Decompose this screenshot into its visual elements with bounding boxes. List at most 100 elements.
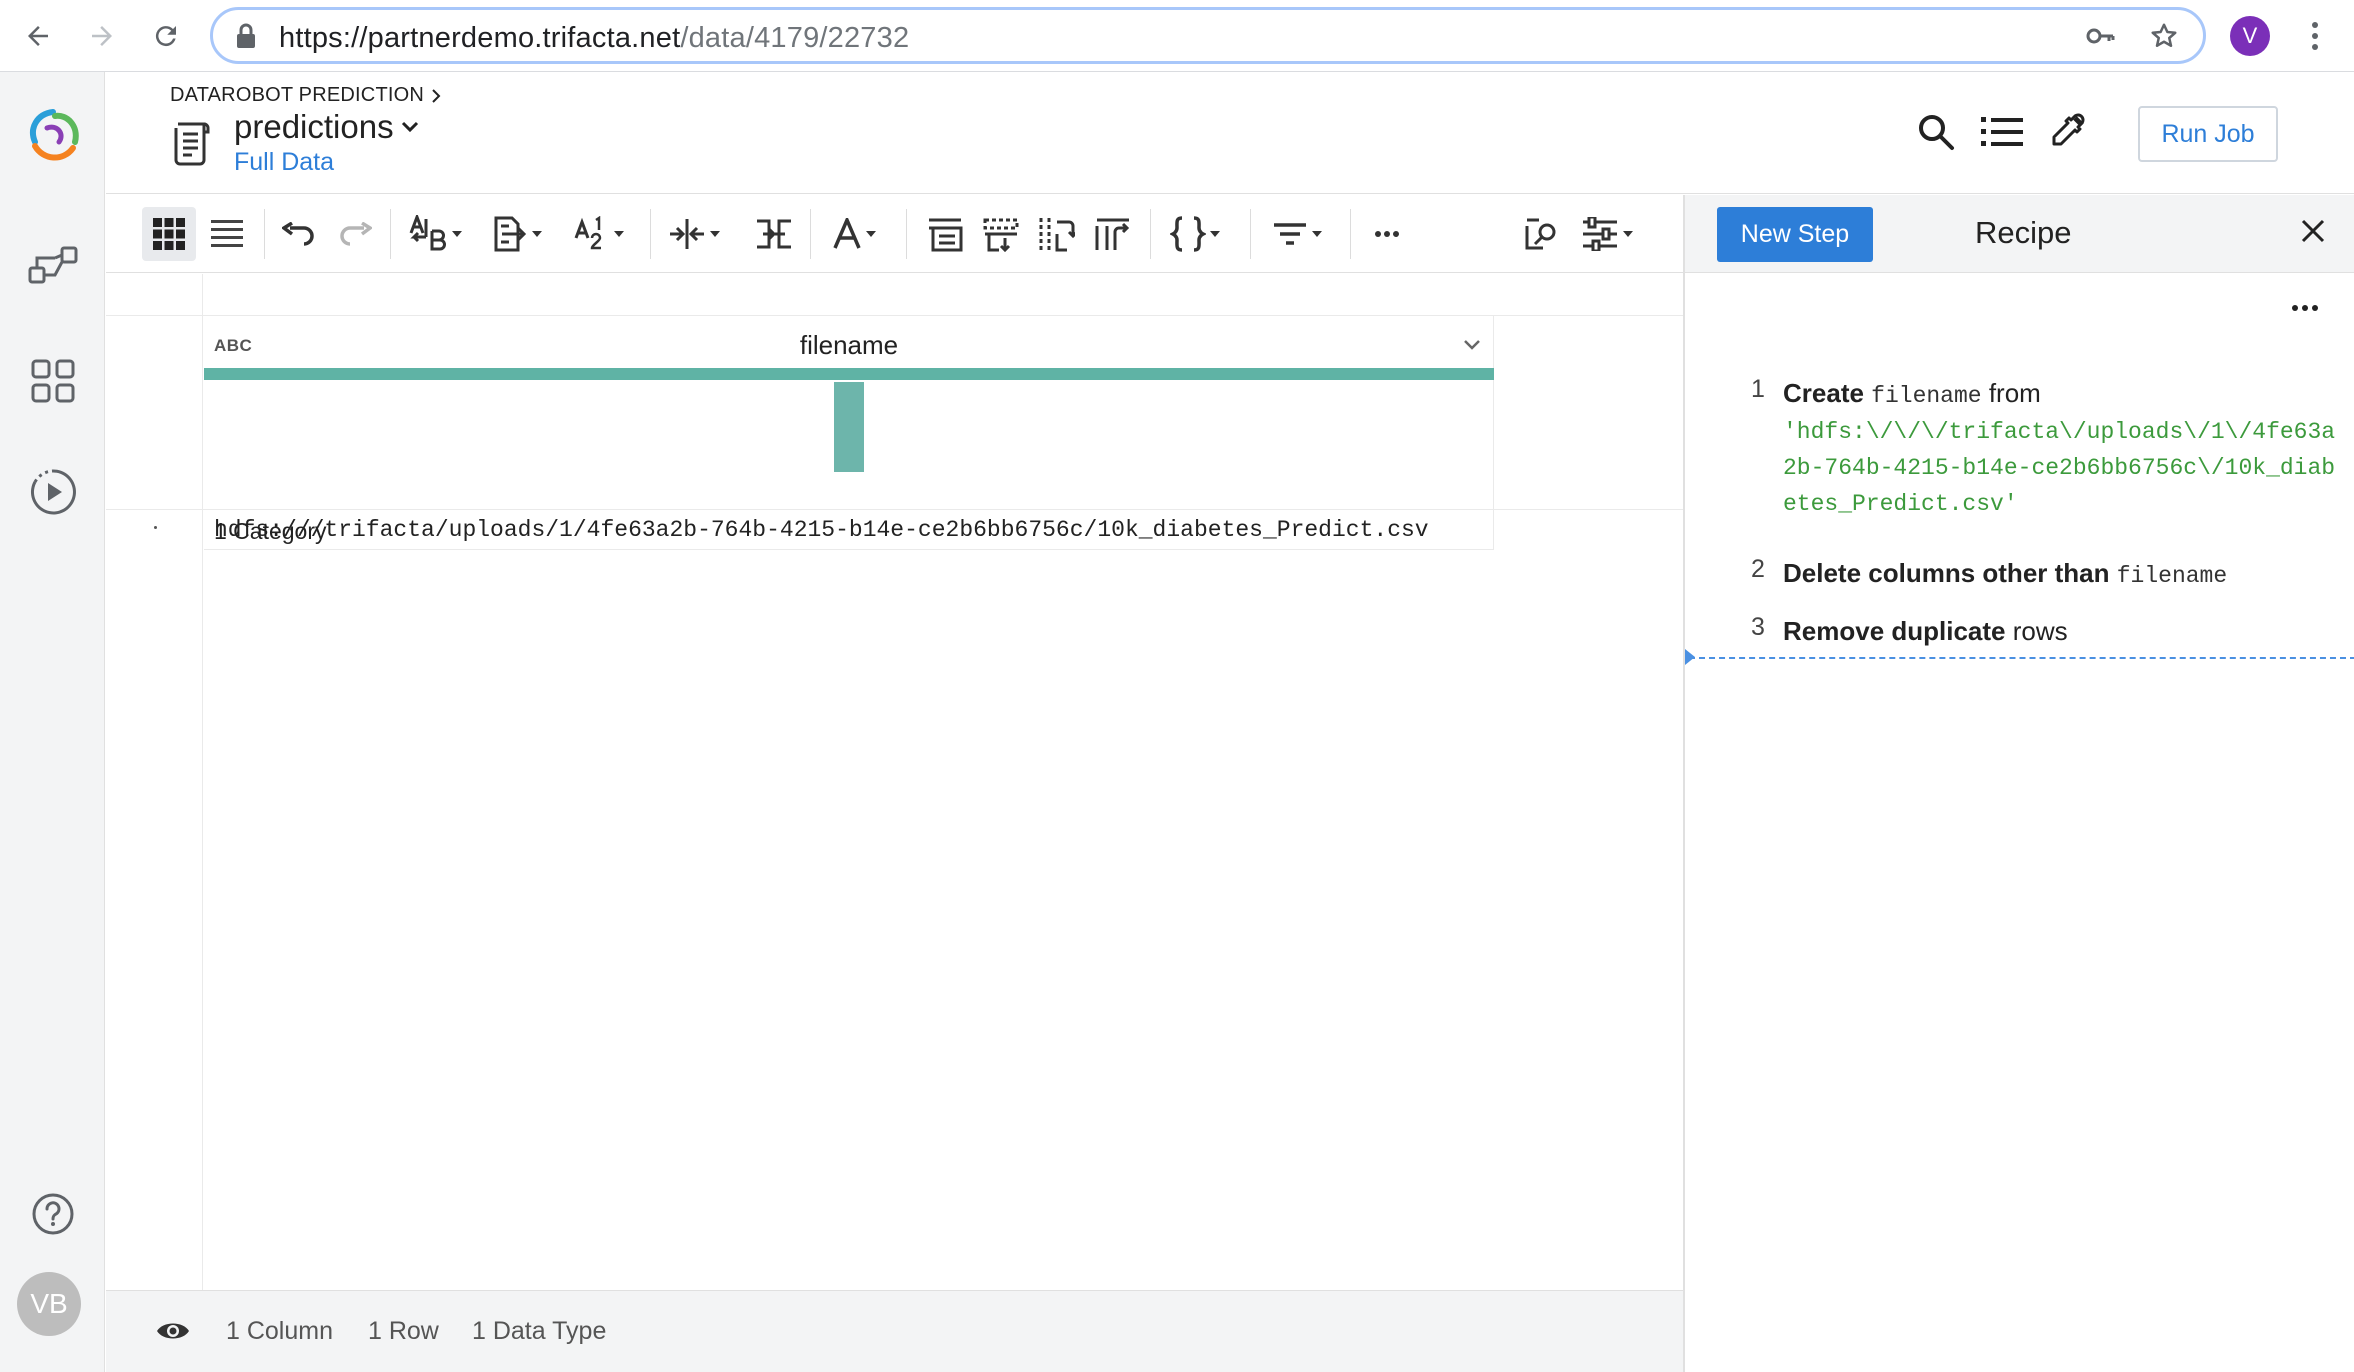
recipe-cursor-line — [1689, 657, 2354, 659]
column-search-icon — [1525, 218, 1556, 250]
unpivot-icon — [1095, 218, 1130, 250]
sample-selector[interactable]: Full Data — [234, 148, 334, 177]
profile-avatar[interactable]: V — [2230, 16, 2270, 56]
more-icon — [1375, 231, 1399, 237]
step-target: filename — [2116, 563, 2228, 589]
grid-four-icon — [31, 359, 74, 403]
nest-button[interactable] — [920, 207, 970, 261]
back-button[interactable] — [14, 12, 62, 60]
forward-button[interactable] — [78, 12, 126, 60]
grid-view-button[interactable] — [142, 207, 196, 261]
star-icon[interactable] — [2149, 21, 2179, 56]
recipe-header: New Step Recipe — [1685, 195, 2354, 273]
status-bar: 1 Column 1 Row 1 Data Type — [106, 1290, 1683, 1372]
arrow-right-icon — [92, 26, 112, 46]
unnest-button[interactable] — [976, 207, 1026, 261]
histogram-bar[interactable] — [834, 382, 864, 472]
search-icon — [1919, 115, 1954, 150]
column-menu-chevron-icon[interactable] — [1463, 338, 1481, 356]
run-job-button[interactable]: Run Job — [2138, 106, 2278, 162]
pivot-icon — [1039, 218, 1075, 252]
column-list-button[interactable] — [1978, 108, 2026, 156]
eyedropper-button[interactable] — [2044, 108, 2092, 156]
recipe-more-icon[interactable] — [2291, 299, 2319, 317]
row-marker — [154, 526, 157, 529]
user-avatar[interactable]: VB — [17, 1272, 81, 1336]
extract-button[interactable] — [486, 207, 548, 261]
redo-icon — [340, 222, 372, 246]
step-verb: Create — [1783, 378, 1864, 408]
merge-button[interactable] — [662, 207, 726, 261]
nav-library[interactable] — [0, 358, 105, 404]
browser-chrome: https://partnerdemo.trifacta.net/data/41… — [0, 0, 2354, 72]
filter-icon — [1274, 223, 1306, 245]
sliders-icon — [1583, 217, 1617, 251]
breadcrumb-flow[interactable]: DATAROBOT PREDICTION — [170, 84, 424, 107]
step-number: 1 — [1751, 375, 1765, 403]
breadcrumb[interactable]: DATAROBOT PREDICTION — [170, 84, 442, 107]
font-button[interactable] — [824, 207, 884, 261]
close-icon[interactable] — [2299, 217, 2327, 250]
data-quality-bar[interactable] — [204, 368, 1494, 380]
display-settings-button[interactable] — [1572, 207, 1642, 261]
extract-icon — [494, 216, 527, 252]
undo-button[interactable] — [274, 207, 324, 261]
step-number: 2 — [1751, 555, 1765, 583]
redo-button[interactable] — [330, 207, 380, 261]
column-name[interactable]: filename — [204, 330, 1494, 361]
nav-help[interactable] — [0, 1192, 105, 1236]
data-grid: ABC filename 1 Category hdfs:///trifacta… — [106, 274, 1683, 1290]
trifacta-logo[interactable] — [0, 106, 105, 166]
format-button[interactable] — [568, 207, 630, 261]
search-button[interactable] — [1912, 108, 1960, 156]
reload-button[interactable] — [142, 12, 190, 60]
stack-rows-icon — [929, 218, 963, 252]
split-button[interactable] — [746, 207, 802, 261]
grid-view-icon — [153, 218, 185, 250]
help-icon — [32, 1193, 73, 1235]
url-text: https://partnerdemo.trifacta.net/data/41… — [279, 22, 910, 54]
replace-text-icon — [409, 215, 446, 251]
chevron-down-icon — [401, 121, 418, 133]
new-step-button[interactable]: New Step — [1717, 207, 1873, 262]
unnest-icon — [983, 218, 1019, 252]
list-view-button[interactable] — [200, 207, 254, 261]
transform-toolbar — [106, 195, 1683, 273]
split-icon — [757, 219, 791, 249]
page-header: DATAROBOT PREDICTION predictions Full Da… — [106, 72, 2354, 194]
reload-icon — [155, 26, 176, 47]
list-icon — [1981, 117, 2023, 146]
table-cell[interactable]: hdfs:///trifacta/uploads/1/4fe63a2b-764b… — [204, 510, 1494, 550]
play-circle-icon — [30, 469, 76, 515]
nav-flows[interactable] — [0, 244, 105, 290]
replace-button[interactable] — [402, 207, 468, 261]
format-text-icon — [574, 216, 602, 250]
step-value: 'hdfs:\/\/\/trifacta\/uploads\/1\/4fe63a… — [1783, 419, 2336, 517]
step-verb: Delete columns other than — [1783, 558, 2110, 588]
row-count[interactable]: 1 Row — [368, 1317, 439, 1346]
step-connector: from — [1988, 378, 2041, 408]
column-count[interactable]: 1 Column — [226, 1317, 333, 1346]
recipe-title: Recipe — [1975, 215, 2072, 250]
unpivot-button[interactable] — [1088, 207, 1138, 261]
address-bar[interactable]: https://partnerdemo.trifacta.net/data/41… — [210, 7, 2206, 64]
browser-menu-icon[interactable] — [2300, 16, 2330, 56]
data-type-count[interactable]: 1 Data Type — [472, 1317, 606, 1346]
pivot-button[interactable] — [1032, 207, 1082, 261]
nav-jobs[interactable] — [0, 468, 105, 516]
page-title[interactable]: predictions — [234, 108, 420, 146]
column-details-button[interactable] — [1516, 207, 1566, 261]
lock-icon — [235, 23, 257, 54]
step-rest: rows — [2012, 616, 2068, 646]
structure-button[interactable] — [1164, 207, 1226, 261]
step-target: filename — [1871, 383, 1982, 409]
undo-icon — [282, 222, 314, 246]
arrow-left-icon — [28, 26, 48, 46]
filter-button[interactable] — [1264, 207, 1330, 261]
recipe-doc-icon — [172, 120, 214, 173]
rows-icon — [211, 220, 243, 247]
eye-icon[interactable] — [156, 1319, 190, 1348]
key-icon[interactable] — [2085, 22, 2115, 55]
more-transforms-button[interactable] — [1362, 207, 1412, 261]
trifacta-logo-icon — [29, 109, 79, 161]
